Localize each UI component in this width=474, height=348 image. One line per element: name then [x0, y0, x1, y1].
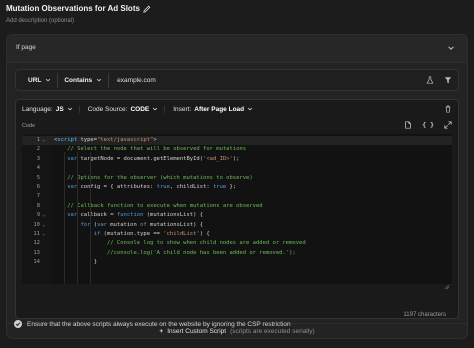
- chevron-down-icon: [247, 106, 253, 112]
- code-text: // Callback function to execute when mut…: [54, 202, 263, 209]
- title-row: Mutation Observations for Ad Slots: [6, 4, 151, 13]
- chevron-down-icon: [152, 106, 158, 112]
- insert-position-select[interactable]: Insert: After Page Load: [173, 106, 259, 113]
- fold-chevron-icon[interactable]: ⌄: [42, 230, 45, 239]
- indent-guide: [77, 152, 78, 284]
- code-line: 13 //console.log('A child node has been …: [22, 249, 452, 258]
- line-number: 1: [36, 137, 40, 143]
- line-number: 10: [33, 221, 40, 228]
- line-number: 5: [36, 174, 40, 181]
- code-text: var targetNode = document.getElementById…: [67, 155, 240, 162]
- code-editor[interactable]: 1 ⌄ <script type="text/javascript"> 2 // Se…: [22, 134, 452, 284]
- code-line: 8 // Callback function to execute when m…: [22, 202, 452, 211]
- line-number: 3: [36, 155, 40, 162]
- code-toolbar: Language: JS Code Source: CODE Insert: A…: [16, 100, 458, 118]
- url-condition-row: URL Contains example.com: [15, 69, 459, 91]
- code-text: // Options for the observer (which mutat…: [54, 174, 253, 181]
- code-line: 9 ⌄ var callback = function (mutationsLis…: [22, 211, 452, 220]
- insert-label: Insert:: [173, 105, 192, 113]
- language-select[interactable]: Language: JS: [22, 105, 80, 113]
- flask-icon[interactable]: [426, 76, 434, 84]
- code-braces-icon[interactable]: { }: [422, 121, 434, 129]
- line-number: 2: [36, 146, 40, 153]
- filter-actions: [426, 76, 452, 84]
- code-label: Code: [22, 123, 36, 129]
- language-label: Language:: [22, 105, 53, 113]
- insert-script-label: Insert Custom Script: [167, 328, 227, 335]
- field-select-value: URL: [28, 76, 42, 84]
- code-source-label: Code Source:: [87, 105, 128, 113]
- insert-value: After Page Load: [194, 105, 245, 113]
- operator-select-value: Contains: [64, 76, 93, 84]
- expand-icon[interactable]: [444, 121, 452, 129]
- field-select[interactable]: URL: [22, 72, 59, 88]
- code-text: var config = { attributes: true, childLi…: [67, 184, 237, 190]
- chevron-down-icon[interactable]: [447, 44, 455, 52]
- code-line: 2 // Select the node that will be observ…: [22, 145, 452, 154]
- code-source-select[interactable]: Code Source: CODE: [87, 105, 166, 113]
- csp-option[interactable]: Ensure that the above scripts always exe…: [14, 320, 291, 328]
- indent-guide: [90, 152, 91, 284]
- page-title: Mutation Observations for Ad Slots: [6, 4, 140, 13]
- script-panel: If page URL Contains example.com Languag…: [6, 34, 468, 339]
- operator-select[interactable]: Contains: [58, 72, 110, 88]
- if-page-label: If page: [16, 44, 36, 51]
- fold-chevron-icon[interactable]: ⌄: [42, 136, 45, 145]
- chevron-down-icon: [45, 77, 51, 83]
- code-line: 6 var config = { attributes: true, child…: [22, 183, 452, 192]
- line-number: 9: [36, 212, 40, 219]
- fold-chevron-icon[interactable]: ⌄: [42, 211, 45, 220]
- plus-icon: +: [159, 328, 164, 335]
- fold-chevron-icon[interactable]: ⌄: [42, 221, 45, 230]
- code-text: <script type="text/javascript">: [54, 137, 157, 143]
- line-number: 13: [33, 249, 40, 256]
- code-source-value: CODE: [130, 105, 150, 113]
- code-line: 7: [22, 192, 452, 201]
- character-count: 1197 characters: [403, 312, 446, 318]
- pencil-icon[interactable]: [143, 5, 151, 13]
- code-line: 5 // Options for the observer (which mut…: [22, 174, 452, 183]
- line-number: 8: [36, 202, 40, 209]
- csp-label: Ensure that the above scripts always exe…: [27, 320, 291, 328]
- code-line: 10 ⌄ for (var mutation of mutationsList) …: [22, 221, 452, 230]
- chevron-down-icon: [96, 77, 102, 83]
- trash-icon[interactable]: [444, 105, 452, 113]
- indent-guide: [64, 152, 65, 284]
- code-editor-box: Language: JS Code Source: CODE Insert: A…: [15, 99, 459, 319]
- check-icon[interactable]: [14, 320, 22, 328]
- description-field[interactable]: Add description (optional): [6, 18, 151, 24]
- code-line: 1 ⌄ <script type="text/javascript">: [22, 136, 452, 146]
- code-line: 11 ⌄ if (mutation.type == 'childList') {: [22, 230, 452, 239]
- line-number: 6: [36, 184, 40, 190]
- code-text: // Console log to show when child nodes …: [54, 240, 306, 247]
- header: Mutation Observations for Ad Slots Add d…: [6, 4, 151, 24]
- resize-handle[interactable]: [444, 284, 450, 290]
- code-line: 4: [22, 164, 452, 173]
- code-line: 3 var targetNode = document.getElementBy…: [22, 155, 452, 164]
- code-line: 12 // Console log to show when child nod…: [22, 239, 452, 248]
- line-number: 7: [36, 193, 40, 200]
- language-value: JS: [55, 105, 64, 113]
- code-line: 14 }: [22, 258, 452, 267]
- file-icon[interactable]: [404, 121, 412, 129]
- insert-script-note: (scripts are executed serially): [230, 328, 315, 335]
- url-value-input[interactable]: example.com: [117, 77, 156, 84]
- if-page-section[interactable]: If page: [7, 35, 467, 63]
- code-text: // Select the node that will be observed…: [54, 146, 247, 153]
- code-tools: { }: [404, 121, 452, 129]
- line-number: 14: [33, 259, 40, 266]
- line-number: 4: [36, 165, 40, 172]
- line-number: 11: [33, 231, 40, 237]
- line-number: 12: [33, 240, 40, 247]
- chevron-down-icon: [67, 106, 73, 112]
- filter-icon[interactable]: [444, 76, 452, 84]
